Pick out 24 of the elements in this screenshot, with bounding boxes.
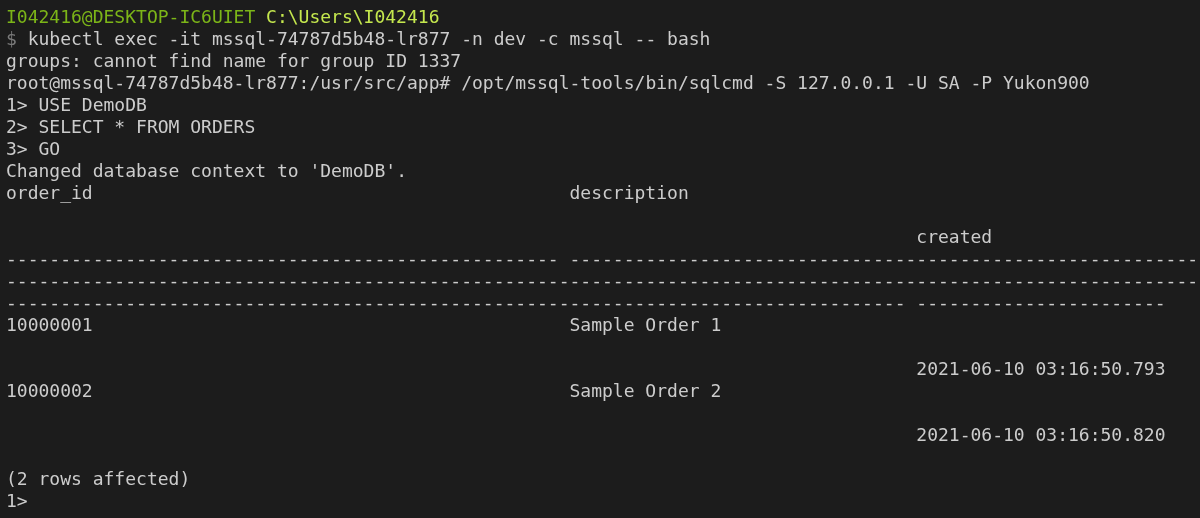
prompt-symbol: $ [6,28,17,50]
prompt-path: C:\Users\I042416 [266,6,440,28]
table-cell: 2021-06-10 03:16:50.820 [916,424,1166,446]
command-text: kubectl exec -it mssql-74787d5b48-lr877 -n dev -c mssql -- bash [27,28,711,50]
table-cell-text: 10000002 [6,380,94,402]
output-line: 1> USE DemoDB [6,94,147,116]
table-cell: 2021-06-10 03:16:50.793 [916,358,1166,380]
output-line: groups: cannot find name for group ID 1337 [6,50,462,72]
output-line: Changed database context to 'DemoDB'. [6,160,407,182]
output-line: root@mssql-74787d5b48-lr877:/usr/src/app# /opt/mssql-tools/bin/sqlcmd -S 127.0.0.1 -U SA -P Yukon900 [6,72,1090,94]
column-header: created [916,226,993,248]
dash-separator: ----------------------------------------------------------------------------------- ----------------------- [6,292,1166,314]
table-cell: Sample Order 2 [569,380,722,402]
table-cell-text: 10000001 [6,314,94,336]
dash-separator: -------------------------------------------------------------------------------------------------------------- [6,270,1199,292]
table-cell: Sample Order 1 [569,314,722,336]
prompt-user-host: I042416@DESKTOP-IC6UIET [6,6,256,28]
dash-separator: --------------------------------------------------- ---------------------------------------------------------- [6,248,1199,270]
output-line: 3> GO [6,138,61,160]
output-line: 2> SELECT * FROM ORDERS [6,116,256,138]
output-line: 1> [6,490,28,512]
output-line: (2 rows affected) [6,468,191,490]
column-header: order_id [6,182,94,204]
column-header: description [569,182,689,204]
